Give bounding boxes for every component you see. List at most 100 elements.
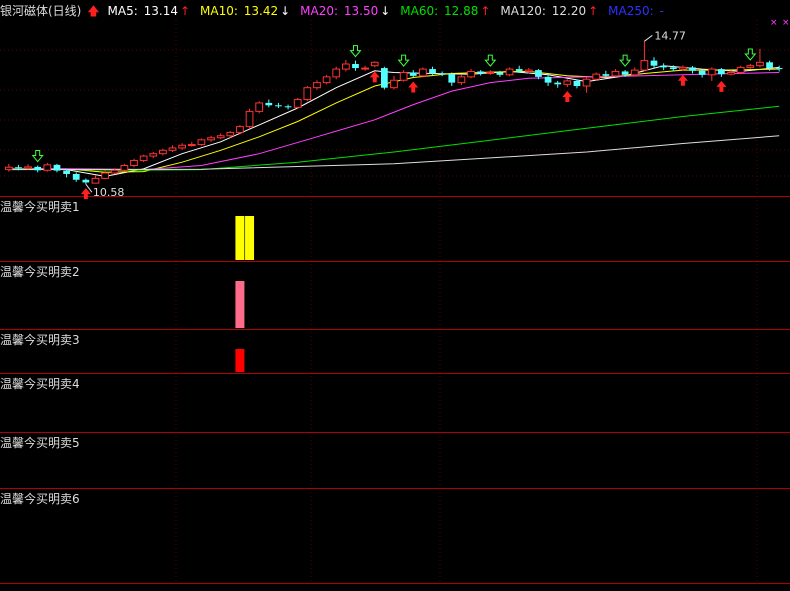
candle-body: [245, 110, 254, 128]
stock-chart-window: 14.77 10.58 × × 银河磁体(日线) 🡅 MA5: 13.14 ↑ MA10: …: [0, 0, 790, 587]
buy-arrow-icon: [562, 91, 573, 103]
candle-body: [63, 170, 70, 174]
candle-body: [255, 102, 264, 112]
candle-body: [496, 72, 504, 75]
candle-body: [679, 66, 687, 70]
candle-body: [139, 155, 148, 161]
candle-body: [236, 126, 244, 133]
candle-body: [718, 69, 725, 75]
indicator-bar: [235, 281, 245, 328]
indicator-bar: [245, 216, 255, 260]
arrow-up-icon: ↑: [179, 4, 191, 18]
candle-body: [159, 149, 167, 155]
sell-arrow-icon: [397, 54, 410, 67]
candle-body: [650, 60, 658, 66]
candle-body: [515, 69, 523, 72]
candle-body: [746, 65, 755, 68]
arrow-up-icon: ↑: [480, 4, 491, 18]
arrow-up-icon: ↑: [588, 4, 599, 18]
pane-label-3: 温馨今买明卖3: [0, 333, 80, 347]
candle-body: [429, 69, 436, 74]
ma-legend-item: MA10: 13.42 ↓: [200, 4, 292, 18]
candle-body: [216, 135, 225, 139]
ma-legend-item: MA60: 12.88 ↑: [400, 4, 492, 18]
ma-label: MA60:: [400, 4, 442, 18]
candle-body: [727, 71, 735, 75]
indicator-bar: [235, 216, 245, 260]
ma-value: 13.42: [243, 4, 279, 18]
ma-legend-item: MA120: 12.20 ↑: [500, 4, 600, 18]
sell-arrow-icon: [31, 150, 44, 163]
arrow-down-icon: ↓: [280, 4, 291, 18]
candle-body: [91, 177, 100, 184]
candle-body: [149, 153, 158, 157]
candle-body: [736, 66, 745, 73]
candle-body: [110, 169, 119, 174]
candle-body: [486, 71, 495, 74]
candle-body: [698, 70, 706, 75]
indicator-bar: [235, 349, 245, 372]
candle-body: [505, 68, 514, 76]
sell-arrow-icon: [619, 54, 632, 67]
candle-body: [168, 147, 177, 151]
high-marker-line: [644, 34, 653, 42]
candle-body: [756, 61, 764, 67]
candle-body: [390, 79, 398, 89]
candle-body: [563, 80, 572, 85]
stock-name: 银河磁体(日线): [0, 4, 82, 18]
buy-arrow-icon: [369, 71, 380, 83]
ma-value: -: [659, 4, 664, 18]
candle-body: [82, 179, 90, 183]
sell-arrow-icon: [744, 48, 757, 61]
candle-body: [207, 137, 215, 141]
candle-body: [120, 165, 129, 171]
candle-body: [573, 80, 581, 86]
ma-value: 13.50: [343, 4, 379, 18]
candle-body: [438, 73, 446, 75]
arrow-down-icon: ↓: [380, 4, 391, 18]
candle-body: [766, 62, 773, 69]
candle-body: [399, 71, 408, 81]
candle-body: [621, 71, 629, 75]
candle-body: [669, 67, 677, 70]
buy-arrow-icon: [677, 74, 688, 86]
candle-body: [535, 70, 542, 77]
candle-body: [370, 61, 379, 67]
candle-body: [313, 82, 321, 89]
ma-label: MA20:: [300, 4, 342, 18]
ma-label: MA10:: [200, 4, 242, 18]
sell-arrow-icon: [484, 54, 497, 67]
candle-body: [602, 74, 610, 76]
candle-body: [43, 164, 52, 171]
candle-body: [660, 65, 667, 68]
candle-body: [4, 166, 13, 171]
ma-value: 12.88: [443, 4, 479, 18]
candle-body: [72, 174, 80, 180]
candle-body: [361, 67, 369, 70]
candle-body: [419, 68, 427, 77]
candle-body: [554, 82, 562, 85]
candle-body: [381, 68, 388, 88]
ma-legend-item: MA20: 13.50 ↓: [300, 4, 392, 18]
candle-body: [524, 69, 533, 72]
candle-body: [322, 76, 331, 84]
ma-label: MA250:: [608, 4, 658, 18]
candle-body: [34, 166, 42, 171]
candle-body: [187, 144, 196, 147]
candle-body: [592, 73, 601, 80]
candle-body: [544, 76, 552, 83]
candle-body: [689, 67, 696, 71]
buy-arrow-icon: [80, 188, 91, 200]
chart-canvas[interactable]: 14.77 10.58 × ×: [0, 0, 790, 587]
sell-arrow-icon: [349, 45, 362, 58]
ma-label: MA5:: [107, 4, 142, 18]
pane-label-6: 温馨今买明卖6: [0, 492, 80, 506]
ma-legend: 🡅 MA5: 13.14 ↑ MA10: 13.42 ↓ MA20: 13.50 ↓ MA60…: [87, 4, 668, 18]
chart-header: 银河磁体(日线) 🡅 MA5: 13.14 ↑ MA10: 13.42 ↓ MA20: 1…: [0, 2, 670, 20]
pane-label-5: 温馨今买明卖5: [0, 436, 80, 450]
candle-body: [178, 144, 187, 149]
marker-x-icon: ×: [782, 18, 790, 28]
candle-body: [640, 60, 649, 71]
trend-up-icon: 🡅: [87, 4, 100, 18]
candle-body: [775, 68, 783, 70]
